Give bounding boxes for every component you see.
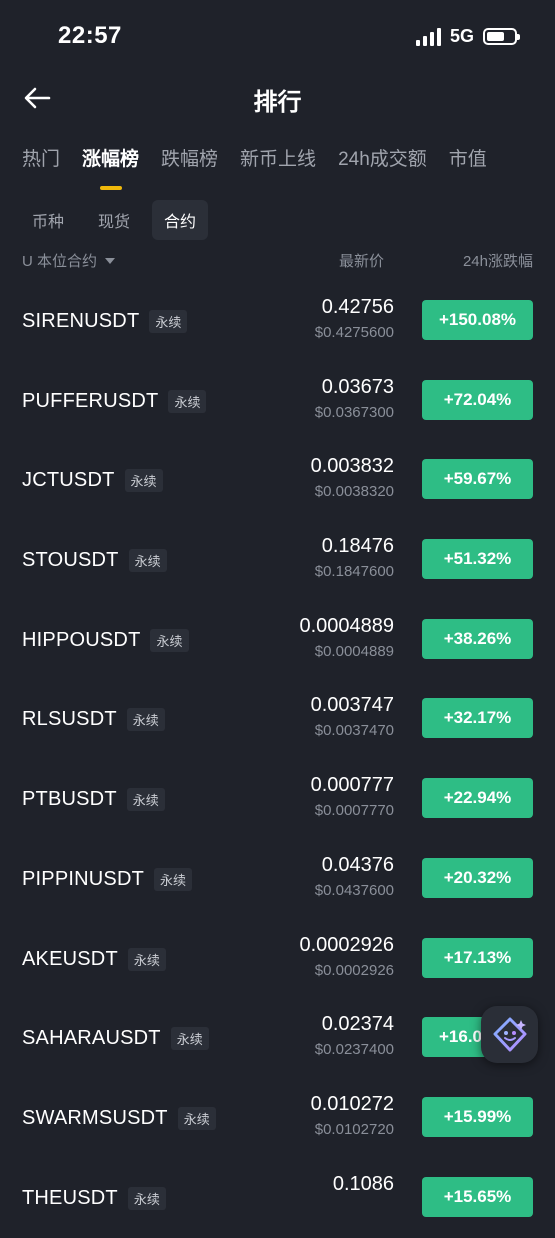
tab-market-cap[interactable]: 市值 <box>449 144 487 181</box>
last-price: 0.18476 <box>321 535 394 558</box>
signal-icon <box>415 27 441 46</box>
last-price: 0.03673 <box>321 375 394 398</box>
usd-price: $0.0002926 <box>314 961 394 979</box>
list-item[interactable]: STOUSDT 永续 0.18476 $0.1847600 +51.32% <box>0 521 555 601</box>
perpetual-tag: 永续 <box>127 1186 166 1210</box>
symbol-name: THEUSDT <box>22 1186 118 1209</box>
status-bar: 22:57 5G <box>0 0 555 70</box>
change-badge[interactable]: +150.08% <box>422 300 533 340</box>
list-item[interactable]: SAHARAUSDT 永续 0.02374 $0.0237400 +16.0 <box>0 999 555 1079</box>
perpetual-tag: 永续 <box>124 469 163 493</box>
list-item[interactable]: AKEUSDT 永续 0.0002926 $0.0002926 +17.13% <box>0 920 555 1000</box>
perpetual-tag: 永续 <box>128 549 167 573</box>
last-price: 0.0004889 <box>299 614 394 637</box>
perpetual-tag: 永续 <box>127 947 166 971</box>
tab-new-listings[interactable]: 新币上线 <box>240 144 316 181</box>
subtab-coin[interactable]: 币种 <box>20 200 76 240</box>
contract-type-dropdown[interactable]: U 本位合约 <box>22 250 116 271</box>
usd-price: $0.0007770 <box>314 802 394 820</box>
list-item[interactable]: JCTUSDT 永续 0.003832 $0.0038320 +59.67% <box>0 441 555 521</box>
symbol-name: PUFFERUSDT <box>22 389 159 412</box>
change-badge[interactable]: +72.04% <box>422 379 533 420</box>
ai-assistant-icon <box>493 1017 526 1051</box>
perpetual-tag: 永续 <box>150 628 189 652</box>
network-label: 5G <box>449 26 474 46</box>
symbol-name: RLSUSDT <box>22 708 117 731</box>
symbol-name: HIPPOUSDT <box>22 628 141 651</box>
perpetual-tag: 永续 <box>168 389 207 413</box>
change-badge[interactable]: +38.26% <box>422 618 533 659</box>
last-price: 0.003747 <box>310 694 394 717</box>
tab-24h-volume[interactable]: 24h成交额 <box>338 144 427 181</box>
last-price: 0.003832 <box>310 455 394 478</box>
ai-assistant-button[interactable] <box>481 1006 538 1063</box>
usd-price: $0.0102720 <box>314 1120 394 1138</box>
perpetual-tag: 永续 <box>126 708 165 732</box>
symbol-name: STOUSDT <box>22 549 119 572</box>
contract-type-label: U 本位合约 <box>22 253 98 270</box>
perpetual-tag: 永续 <box>126 788 165 812</box>
change-badge[interactable]: +17.13% <box>422 937 533 978</box>
tab-losers[interactable]: 跌幅榜 <box>161 144 218 181</box>
ranking-tabs: 热门 涨幅榜 跌幅榜 新币上线 24h成交额 市值 <box>22 144 487 181</box>
change-badge[interactable]: +22.94% <box>422 778 533 819</box>
usd-price: $0.0038320 <box>314 483 394 501</box>
subtab-futures[interactable]: 合约 <box>152 200 209 240</box>
symbol-name: PIPPINUSDT <box>22 867 145 890</box>
list-item[interactable]: PIPPINUSDT 永续 0.04376 $0.0437600 +20.32% <box>0 840 555 920</box>
page-title: 排行 <box>253 89 302 116</box>
symbol-name: SIRENUSDT <box>22 310 140 332</box>
perpetual-tag: 永续 <box>170 1027 209 1051</box>
change-badge[interactable]: +15.99% <box>422 1096 533 1137</box>
change-badge[interactable]: +59.67% <box>422 459 533 500</box>
perpetual-tag: 永续 <box>149 310 188 333</box>
usd-price: $0.4275600 <box>314 324 394 341</box>
symbol-name: AKEUSDT <box>22 947 118 970</box>
symbol-name: SAHARAUSDT <box>22 1027 161 1050</box>
list-item[interactable]: PTBUSDT 永续 0.000777 $0.0007770 +22.94% <box>0 760 555 840</box>
list-item[interactable]: RLSUSDT 永续 0.003747 $0.0037470 +32.17% <box>0 680 555 760</box>
change-badge[interactable]: +51.32% <box>422 539 533 580</box>
last-price: 0.02374 <box>321 1013 394 1036</box>
perpetual-tag: 永续 <box>154 867 193 891</box>
ranking-list: SIRENUSDT 永续 0.42756 $0.4275600 +150.08% P… <box>0 282 555 1238</box>
last-price: 0.42756 <box>321 296 394 318</box>
usd-price: $0.0004889 <box>314 642 394 660</box>
last-price: 0.04376 <box>321 853 394 876</box>
battery-icon <box>483 28 520 45</box>
usd-price: $0.0037470 <box>314 722 394 740</box>
status-indicators: 5G <box>415 26 520 47</box>
tab-gainers[interactable]: 涨幅榜 <box>82 144 139 181</box>
market-type-tabs: 币种 现货 合约 <box>20 200 209 240</box>
change-badge[interactable]: +20.32% <box>422 857 533 898</box>
usd-price: $0.0437600 <box>314 881 394 899</box>
list-item[interactable]: SWARMSUSDT 永续 0.010272 $0.0102720 +15.99% <box>0 1079 555 1159</box>
list-item[interactable]: SIRENUSDT 永续 0.42756 $0.4275600 +150.08% <box>0 282 555 362</box>
perpetual-tag: 永续 <box>177 1106 216 1130</box>
caret-down-icon <box>105 257 116 264</box>
tab-hot[interactable]: 热门 <box>22 144 60 181</box>
symbol-name: SWARMSUSDT <box>22 1106 168 1129</box>
change-badge[interactable]: +15.65% <box>422 1176 533 1217</box>
latest-price-header[interactable]: 最新价 <box>339 250 384 271</box>
list-item[interactable]: THEUSDT 永续 0.1086 +15.65% <box>0 1159 555 1238</box>
symbol-name: JCTUSDT <box>22 469 115 492</box>
last-price: 0.000777 <box>310 774 394 797</box>
last-price: 0.0002926 <box>299 933 394 956</box>
list-item[interactable]: HIPPOUSDT 永续 0.0004889 $0.0004889 +38.26% <box>0 601 555 681</box>
usd-price: $0.0367300 <box>314 403 394 421</box>
subtab-spot[interactable]: 现货 <box>86 200 142 240</box>
usd-price: $0.0237400 <box>314 1041 394 1059</box>
symbol-name: PTBUSDT <box>22 788 117 811</box>
header: 排行 <box>0 72 555 124</box>
change-24h-header[interactable]: 24h涨跌幅 <box>463 250 533 271</box>
last-price: 0.1086 <box>332 1172 394 1195</box>
column-headers: U 本位合约 最新价 24h涨跌幅 <box>22 250 533 272</box>
status-time: 22:57 <box>58 22 122 49</box>
last-price: 0.010272 <box>310 1092 394 1115</box>
change-badge[interactable]: +32.17% <box>422 698 533 739</box>
list-item[interactable]: PUFFERUSDT 永续 0.03673 $0.0367300 +72.04% <box>0 362 555 442</box>
usd-price: $0.1847600 <box>314 563 394 581</box>
